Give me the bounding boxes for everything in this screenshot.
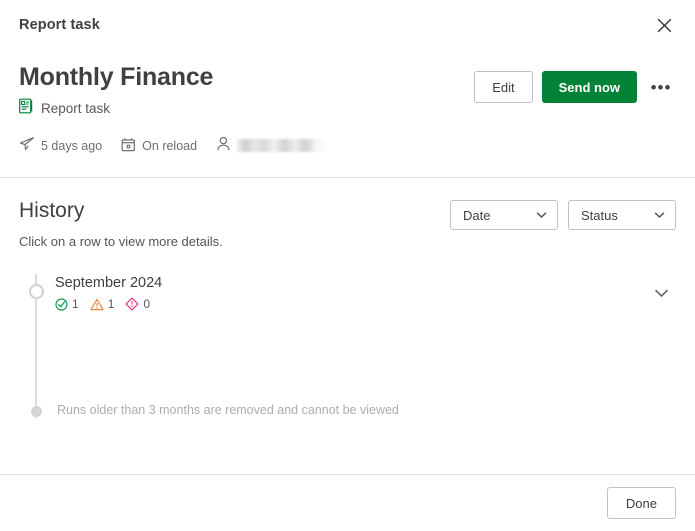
dialog-footer: Done (0, 474, 695, 531)
calendar-icon (121, 137, 136, 155)
error-icon (125, 297, 139, 311)
done-button[interactable]: Done (606, 487, 676, 519)
more-options-button[interactable]: ••• (646, 72, 676, 102)
timeline-end-marker-icon (31, 406, 42, 417)
chevron-down-icon (654, 211, 665, 219)
meta-schedule: On reload (121, 137, 197, 155)
send-now-button[interactable]: Send now (541, 71, 637, 103)
task-type: Report task (19, 98, 474, 119)
timeline-marker-icon (29, 284, 44, 299)
filter-date-label: Date (463, 207, 491, 223)
meta-owner (216, 136, 326, 155)
send-icon (19, 136, 35, 155)
task-header-actions: Edit Send now ••• (474, 62, 676, 103)
task-header-info: Monthly Finance Report task 5 days ago O… (19, 62, 474, 155)
status-badge-error: 0 (125, 297, 150, 311)
task-type-label: Report task (41, 101, 111, 116)
meta-last-run: 5 days ago (19, 136, 102, 155)
history-hint: Click on a row to view more details. (19, 234, 223, 249)
dialog-title: Report task (19, 17, 100, 33)
chevron-down-icon (536, 211, 547, 219)
history-header-text: History Click on a row to view more deta… (19, 198, 450, 249)
expand-history-row-button[interactable] (646, 278, 676, 308)
filter-date-select[interactable]: Date (450, 200, 558, 230)
history-row[interactable]: September 2024 1 1 0 (29, 274, 676, 330)
meta-owner-redacted-value (237, 139, 326, 152)
retention-note-row: Runs older than 3 months are removed and… (31, 402, 676, 418)
report-task-dialog: Report task Monthly Finance Report task … (0, 0, 695, 531)
history-header: History Click on a row to view more deta… (19, 198, 676, 249)
user-icon (216, 136, 231, 155)
close-dialog-button[interactable] (651, 12, 677, 38)
report-icon (19, 98, 34, 119)
status-badge-warning-count: 1 (107, 297, 115, 311)
retention-note: Runs older than 3 months are removed and… (57, 403, 399, 417)
status-badge-success: 1 (55, 297, 79, 311)
success-icon (55, 297, 68, 311)
close-icon (656, 17, 673, 34)
filter-status-select[interactable]: Status (568, 200, 676, 230)
chevron-down-icon (654, 286, 669, 301)
status-badge-warning: 1 (90, 297, 115, 311)
history-title: History (19, 199, 85, 222)
status-badge-success-count: 1 (72, 297, 79, 311)
task-header-row: Monthly Finance Report task 5 days ago O… (19, 62, 676, 155)
status-badge-error-count: 0 (143, 297, 151, 311)
task-header: Monthly Finance Report task 5 days ago O… (0, 50, 695, 178)
edit-button[interactable]: Edit (474, 71, 533, 103)
history-row-status-badges: 1 1 0 (55, 297, 646, 311)
warning-icon (90, 298, 104, 311)
dialog-titlebar: Report task (0, 0, 695, 50)
page-title: Monthly Finance (19, 63, 214, 91)
meta-last-run-label: 5 days ago (41, 138, 103, 153)
history-row-main[interactable]: September 2024 1 1 0 (55, 274, 646, 311)
task-meta: 5 days ago On reload (19, 136, 474, 155)
history-section: History Click on a row to view more deta… (0, 178, 695, 474)
filter-status-label: Status (581, 207, 618, 223)
meta-schedule-label: On reload (142, 138, 198, 153)
history-row-period: September 2024 (55, 275, 163, 291)
history-filters: Date Status (450, 198, 676, 230)
run-history-timeline: September 2024 1 1 0 Runs older than 3 m… (19, 274, 676, 418)
